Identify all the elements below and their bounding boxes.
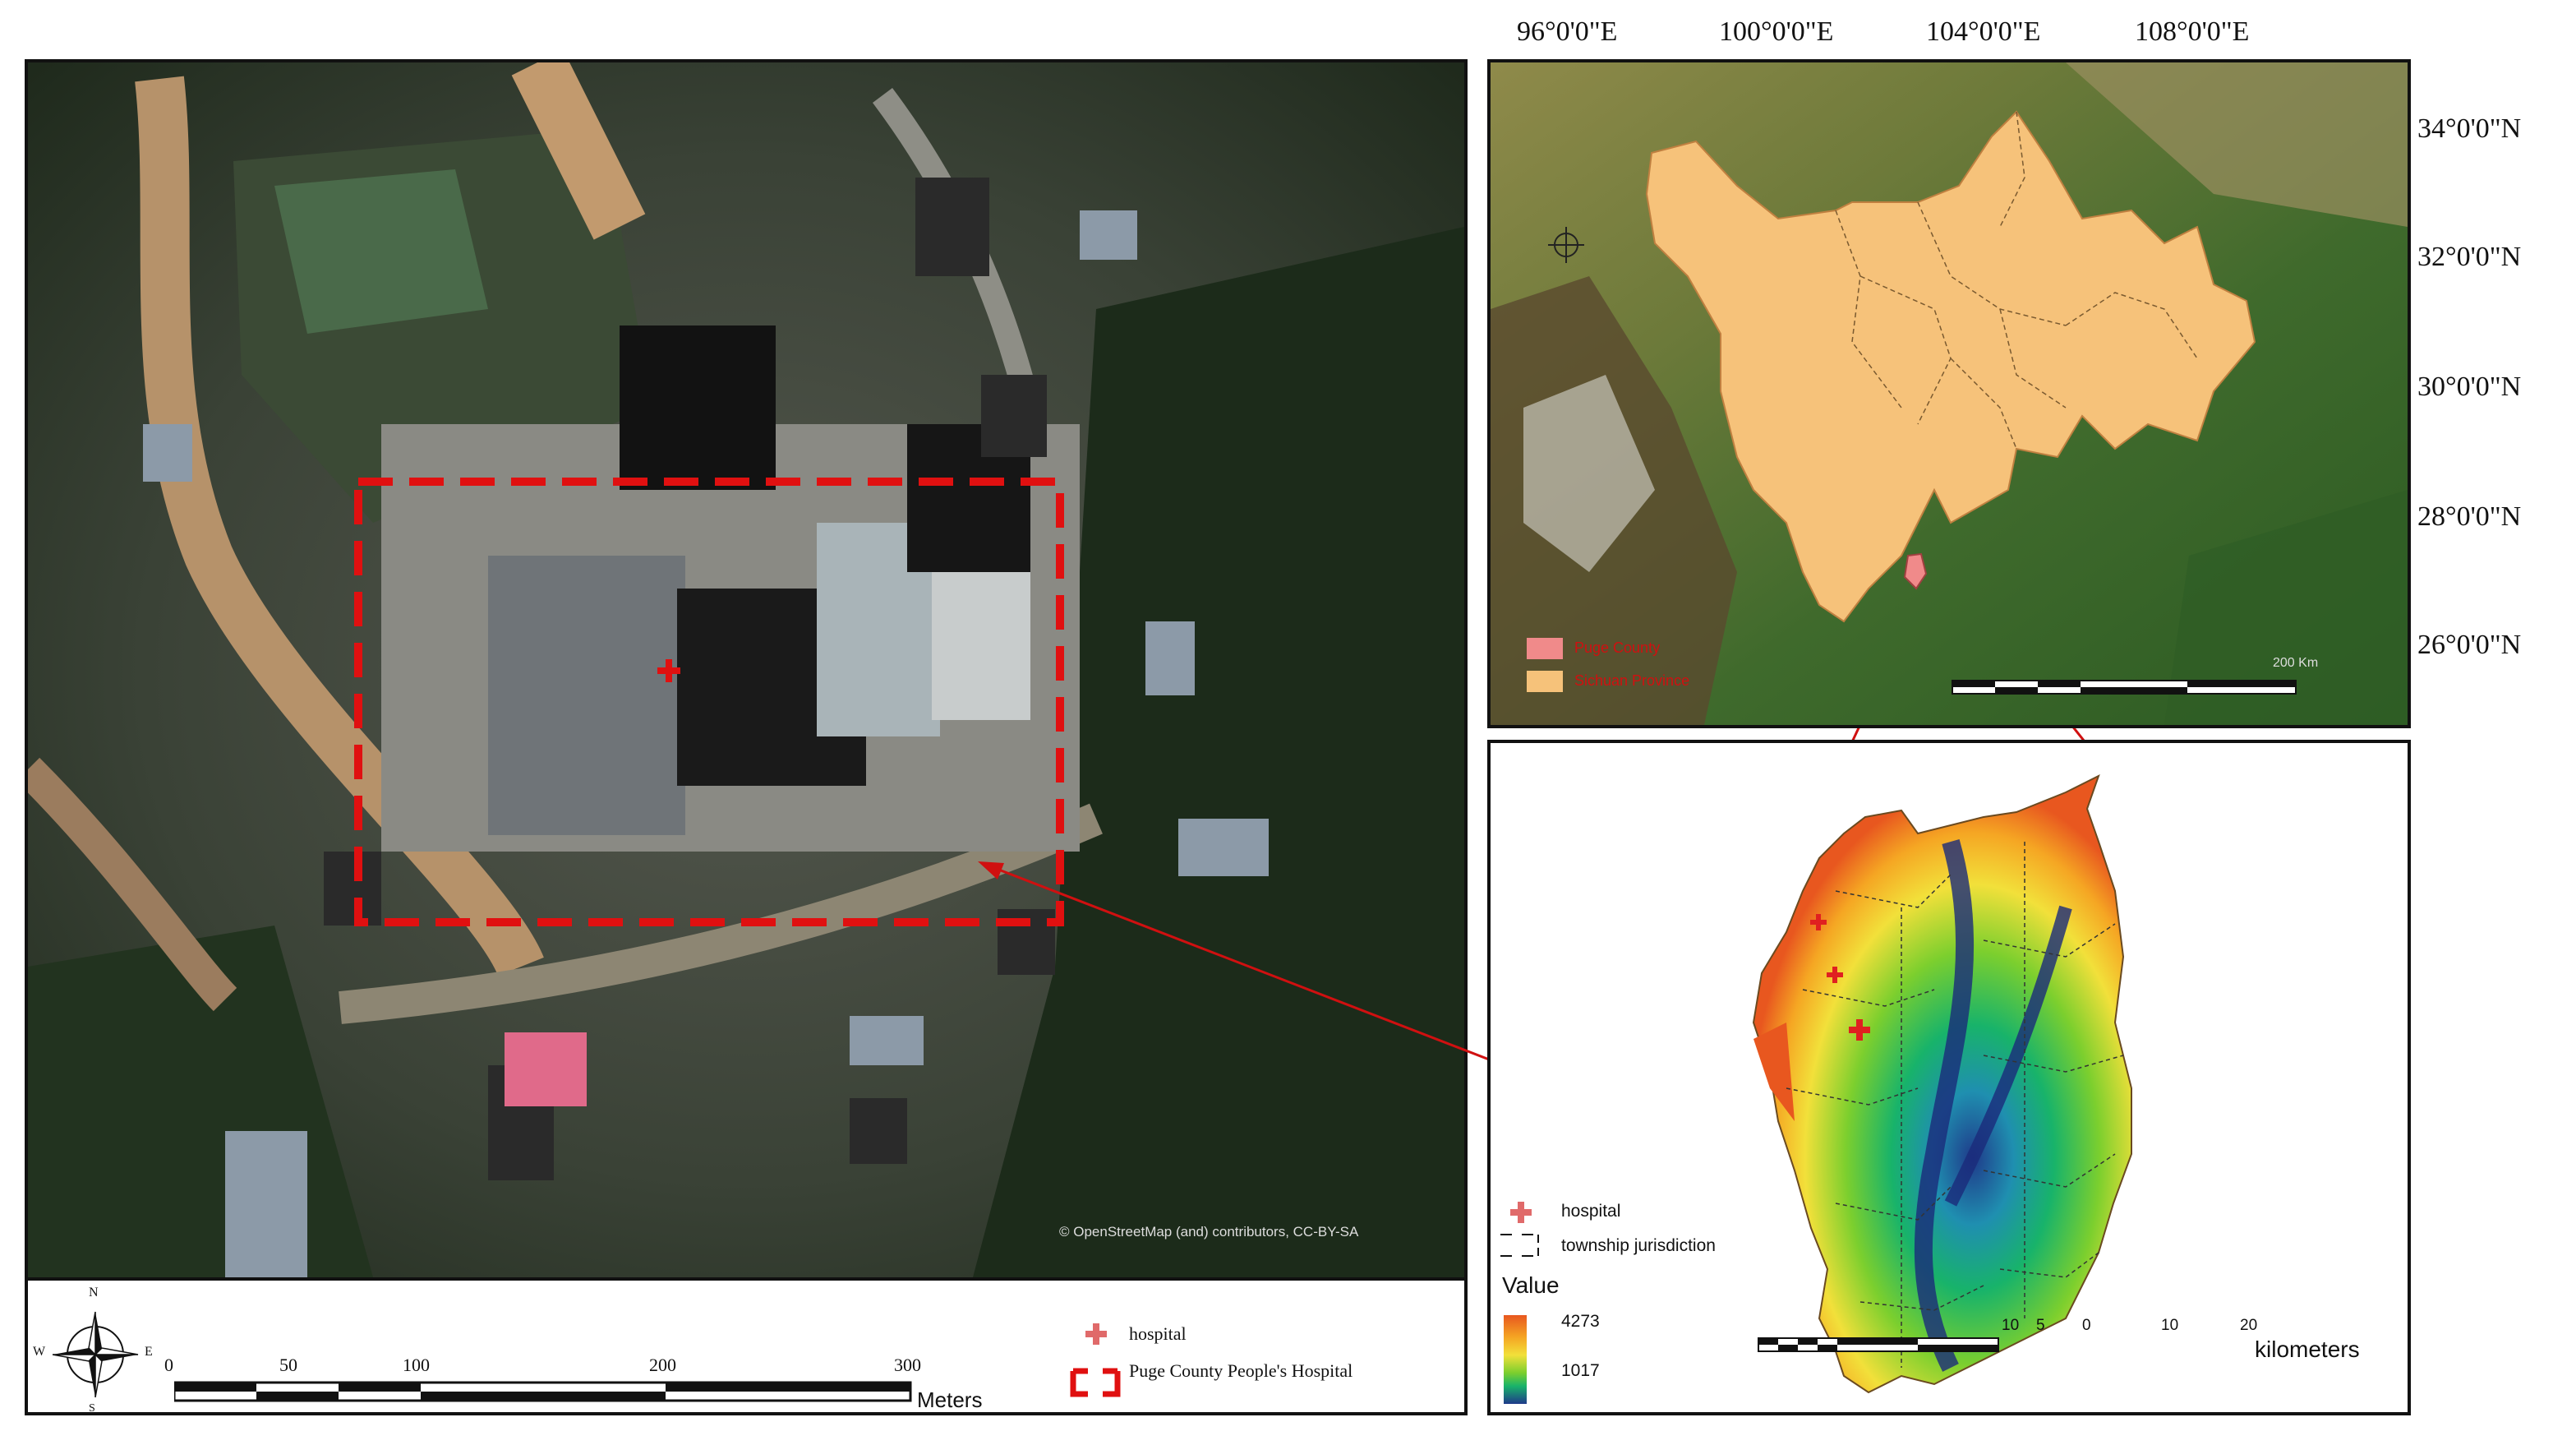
scale-unit-main: Meters	[917, 1387, 983, 1412]
lat-label-30: 30°0'0"N	[2417, 372, 2522, 402]
map-attribution: © OpenStreetMap (and) contributors, CC-B…	[1059, 1224, 1359, 1240]
dem-hospital-legend-icon	[1510, 1202, 1532, 1223]
scale-tick-200: 200	[649, 1355, 676, 1375]
dem-legend-hospital-label: hospital	[1561, 1202, 1621, 1221]
legend-sichuan-swatch	[1527, 671, 1563, 692]
boundary-legend-icon	[1070, 1368, 1121, 1397]
lon-label-104: 104°0'0"E	[1926, 16, 2041, 47]
dem-legend-township-label: township jurisdiction	[1561, 1236, 1716, 1255]
scale-bar-main	[174, 1381, 912, 1402]
compass-e: E	[145, 1345, 153, 1359]
dem-elevation-map	[1504, 774, 2132, 1404]
value-legend-min: 1017	[1561, 1361, 1600, 1380]
legend-puge-label: Puge County	[1574, 639, 1661, 656]
legend-puge-swatch	[1527, 638, 1563, 659]
dem-scale-tick-5: 5	[2036, 1317, 2045, 1334]
value-ramp-swatch	[1504, 1315, 1527, 1404]
lat-label-28: 28°0'0"N	[2417, 501, 2522, 532]
scale-tick-50: 50	[279, 1355, 297, 1375]
dem-scale-tick-10b: 10	[2161, 1317, 2179, 1334]
legend-hospital-label: hospital	[1129, 1323, 1187, 1344]
lon-label-96: 96°0'0"E	[1517, 16, 1618, 47]
compass-s: S	[89, 1402, 95, 1415]
value-legend-title: Value	[1502, 1272, 1560, 1298]
satellite-map-panel: © OpenStreetMap (and) contributors, CC-B…	[25, 59, 1468, 1415]
lat-label-32: 32°0'0"N	[2417, 242, 2522, 272]
legend-boundary-label: Puge County People's Hospital	[1129, 1360, 1353, 1381]
dem-scale-tick-10a: 10	[2002, 1317, 2020, 1334]
scale-tick-0: 0	[164, 1355, 173, 1375]
dem-map-panel: hospital township jurisdiction Value 427…	[1487, 740, 2411, 1415]
north-arrow-icon	[52, 1311, 139, 1398]
dem-scale-tick-0: 0	[2082, 1317, 2091, 1334]
location-map-panel: Puge County Sichuan Province 200 Km	[1487, 59, 2411, 728]
location-scale-label: 200 Km	[2273, 656, 2319, 670]
scale-tick-300: 300	[894, 1355, 921, 1375]
map-divider	[28, 1277, 1464, 1281]
compass-w: W	[33, 1345, 46, 1359]
lon-label-108: 108°0'0"E	[2135, 16, 2250, 47]
dem-scale-tick-20: 20	[2240, 1317, 2258, 1334]
satellite-image	[28, 62, 1464, 1277]
lat-label-26: 26°0'0"N	[2417, 630, 2522, 660]
scale-tick-100: 100	[403, 1355, 430, 1375]
dem-scale-unit: kilometers	[2255, 1337, 2360, 1362]
township-legend-icon	[1500, 1234, 1539, 1257]
lon-label-100: 100°0'0"E	[1719, 16, 1834, 47]
value-legend-max: 4273	[1561, 1312, 1600, 1331]
compass-n: N	[89, 1286, 99, 1300]
legend-sichuan-label: Sichuan Province	[1574, 672, 1690, 689]
terrain-image	[1491, 62, 2408, 725]
lat-label-34: 34°0'0"N	[2417, 113, 2522, 144]
hospital-legend-icon	[1085, 1323, 1107, 1345]
